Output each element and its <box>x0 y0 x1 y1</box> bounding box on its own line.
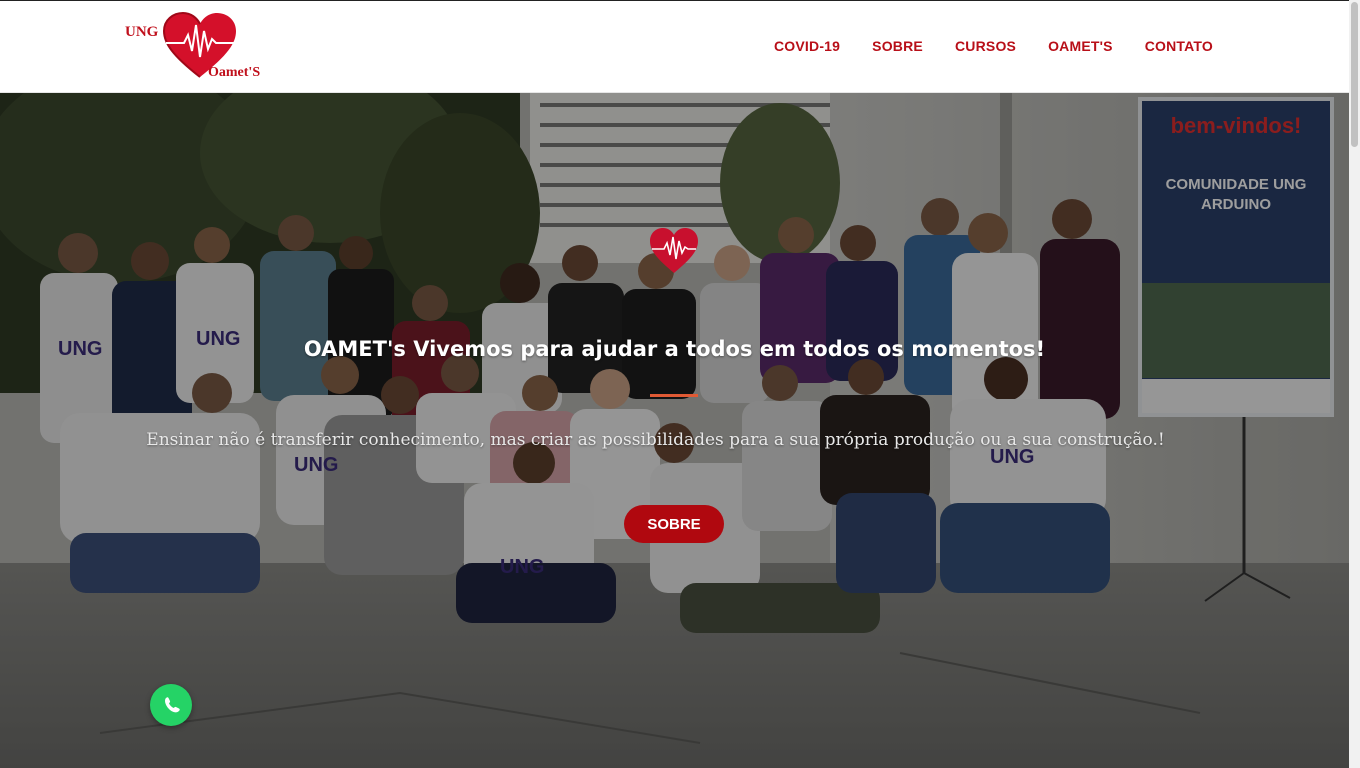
site-logo[interactable]: UNG Oamet'S <box>120 11 280 83</box>
whatsapp-icon <box>165 697 180 713</box>
nav-contato[interactable]: CONTATO <box>1145 38 1213 54</box>
heart-icon <box>650 228 698 273</box>
page-scrollbar[interactable] <box>1349 0 1360 768</box>
hero-divider <box>650 394 698 397</box>
scrollbar-thumb[interactable] <box>1351 2 1358 147</box>
hero-subtitle: Ensinar não é transferir conhecimento, m… <box>146 430 1165 450</box>
nav-covid-19[interactable]: COVID-19 <box>774 38 840 54</box>
sobre-button[interactable]: SOBRE <box>624 505 724 543</box>
logo-text-ung: UNG <box>125 24 159 40</box>
nav-cursos[interactable]: CURSOS <box>955 38 1016 54</box>
nav-sobre[interactable]: SOBRE <box>872 38 923 54</box>
hero-title: OAMET's Vivemos para ajudar a todos em t… <box>303 337 1046 361</box>
main-nav: COVID-19 SOBRE CURSOS OAMET'S CONTATO <box>774 38 1213 54</box>
site-header: UNG Oamet'S COVID-19 SOBRE CURSOS OAMET'… <box>0 0 1349 93</box>
logo-text-oamets: Oamet'S <box>208 65 261 80</box>
nav-oamets[interactable]: OAMET'S <box>1048 38 1113 54</box>
hero-section: bem-vindos! COMUNIDADE UNG ARDUINO UNG U… <box>0 93 1349 768</box>
whatsapp-button[interactable] <box>150 684 192 726</box>
page: UNG Oamet'S COVID-19 SOBRE CURSOS OAMET'… <box>0 0 1360 768</box>
